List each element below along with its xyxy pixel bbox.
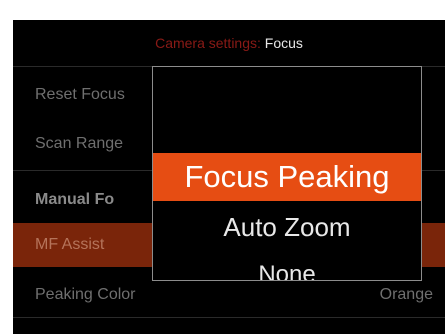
header-value: Focus: [264, 35, 303, 51]
menu-item-label: MF Assist: [35, 236, 105, 253]
option-focus-peaking[interactable]: Focus Peaking: [153, 153, 421, 201]
settings-header: Camera settings: Focus: [13, 20, 445, 66]
header-label: Camera settings:: [155, 35, 261, 51]
divider: [13, 317, 445, 318]
mf-assist-dropdown: Focus Peaking Auto Zoom None: [152, 66, 422, 281]
peaking-color-value: Orange: [379, 286, 433, 303]
option-none[interactable]: None: [153, 255, 421, 280]
menu-item-label: Reset Focus: [35, 86, 125, 103]
option-auto-zoom[interactable]: Auto Zoom: [153, 207, 421, 247]
section-manual-focus: Manual Fo: [35, 191, 115, 208]
menu-item-label: Scan Range: [35, 135, 124, 152]
menu-item-label: Peaking Color: [35, 286, 136, 303]
camera-screen: Camera settings: Focus Reset Focus Scan …: [13, 20, 445, 334]
